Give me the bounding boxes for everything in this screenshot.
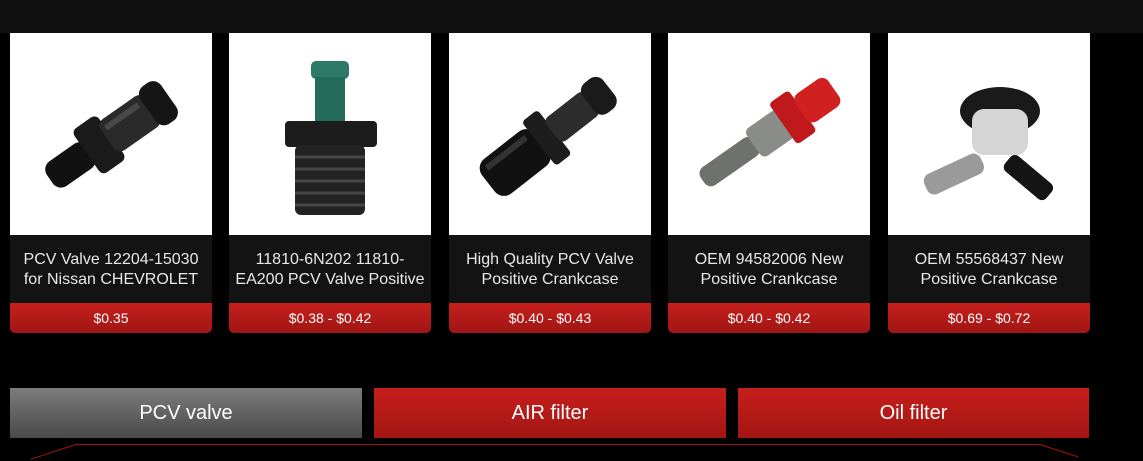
- panel-right-corner: [1039, 444, 1079, 458]
- pcv-valve-green-threaded-icon: [285, 61, 377, 215]
- product-image[interactable]: [888, 33, 1090, 235]
- product-card[interactable]: OEM 55568437 New Positive Crankcase $0.6…: [888, 33, 1090, 333]
- product-title[interactable]: 11810-6N202 11810-EA200 PCV Valve Positi…: [233, 250, 427, 294]
- product-info: High Quality PCV Valve Positive Crankcas…: [449, 235, 651, 303]
- product-price-button[interactable]: $0.38 - $0.42: [229, 303, 431, 333]
- pcv-valve-elbow-icon: [923, 87, 1054, 201]
- tab-air-filter[interactable]: AIR filter: [374, 388, 726, 438]
- panel-left-corner: [30, 444, 77, 460]
- product-card[interactable]: High Quality PCV Valve Positive Crankcas…: [449, 33, 651, 333]
- product-info: PCV Valve 12204-15030 for Nissan CHEVROL…: [10, 235, 212, 303]
- product-info: OEM 94582006 New Positive Crankcase: [668, 235, 870, 303]
- product-info: 11810-6N202 11810-EA200 PCV Valve Positi…: [229, 235, 431, 303]
- product-image[interactable]: [449, 33, 651, 235]
- product-card[interactable]: PCV Valve 12204-15030 for Nissan CHEVROL…: [10, 33, 212, 333]
- product-card[interactable]: OEM 94582006 New Positive Crankcase $0.4…: [668, 33, 870, 333]
- product-image[interactable]: [229, 33, 431, 235]
- product-info: OEM 55568437 New Positive Crankcase: [888, 235, 1090, 303]
- tab-oil-filter[interactable]: Oil filter: [738, 388, 1089, 438]
- top-bar: [0, 0, 1143, 33]
- product-card[interactable]: 11810-6N202 11810-EA200 PCV Valve Positi…: [229, 33, 431, 333]
- product-title[interactable]: PCV Valve 12204-15030 for Nissan CHEVROL…: [14, 250, 208, 294]
- product-price-button[interactable]: $0.40 - $0.42: [668, 303, 870, 333]
- pcv-valve-red-grey-icon: [699, 77, 841, 187]
- product-price-button[interactable]: $0.40 - $0.43: [449, 303, 651, 333]
- pcv-valve-black-angled-icon: [479, 76, 617, 196]
- panel-top-border: [75, 444, 1040, 445]
- product-image[interactable]: [668, 33, 870, 235]
- product-price-button[interactable]: $0.69 - $0.72: [888, 303, 1090, 333]
- product-title[interactable]: OEM 55568437 New Positive Crankcase: [892, 250, 1086, 294]
- product-price-button[interactable]: $0.35: [10, 303, 212, 333]
- pcv-valve-black-icon: [45, 81, 178, 188]
- product-title[interactable]: OEM 94582006 New Positive Crankcase: [672, 250, 866, 294]
- product-title[interactable]: High Quality PCV Valve Positive Crankcas…: [453, 250, 647, 294]
- tab-pcv-valve[interactable]: PCV valve: [10, 388, 362, 438]
- product-image[interactable]: [10, 33, 212, 235]
